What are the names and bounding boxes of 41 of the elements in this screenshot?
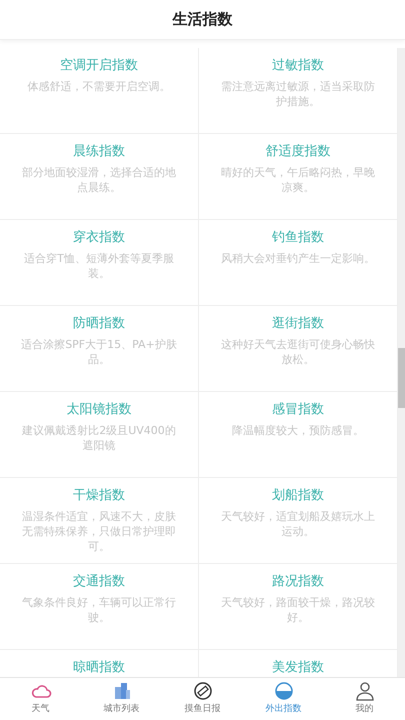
index-title: 太阳镜指数 bbox=[66, 401, 132, 419]
index-title: 划船指数 bbox=[271, 487, 325, 505]
index-description: 建议佩戴透射比2级且UV400的遮阳镜 bbox=[21, 422, 177, 452]
index-description: 天气较好，适宜划船及嬉玩水上运动。 bbox=[220, 508, 376, 538]
index-title: 穿衣指数 bbox=[72, 229, 126, 247]
tab-item[interactable]: 摸鱼日报 bbox=[162, 678, 243, 720]
tab-item[interactable]: 城市列表 bbox=[81, 678, 162, 720]
tab-item[interactable]: 外出指数 bbox=[243, 678, 324, 720]
index-title: 交通指数 bbox=[72, 573, 126, 591]
globe-icon bbox=[272, 681, 294, 702]
index-description: 气象条件良好，车辆可以正常行驶。 bbox=[21, 594, 177, 624]
index-title: 晾晒指数 bbox=[72, 659, 126, 677]
index-title: 舒适度指数 bbox=[264, 143, 332, 161]
index-title: 逛街指数 bbox=[271, 315, 325, 333]
index-description: 天气较好，路面较干燥，路况较好。 bbox=[220, 594, 376, 624]
tab-item[interactable]: 我的 bbox=[324, 678, 405, 720]
page-title: 生活指数 bbox=[172, 9, 232, 30]
index-description: 适合涂擦SPF大于15、PA+护肤品。 bbox=[20, 336, 178, 366]
index-description: 体感舒适，不需要开启空调。 bbox=[26, 78, 172, 94]
index-description: 这种好天气去逛街可使身心畅快放松。 bbox=[220, 336, 376, 366]
index-title: 空调开启指数 bbox=[59, 57, 139, 75]
index-description: 部分地面较湿滑，选择合适的地点晨练。 bbox=[21, 164, 177, 194]
ruler-circle-icon bbox=[192, 681, 214, 702]
user-icon bbox=[354, 681, 376, 702]
index-description: 风稍大会对垂钓产生一定影响。 bbox=[220, 250, 376, 266]
index-title: 防晒指数 bbox=[72, 315, 126, 333]
index-title: 晨练指数 bbox=[72, 143, 126, 161]
index-description: 晴好的天气，午后略闷热，早晚凉爽。 bbox=[220, 164, 376, 194]
index-title: 路况指数 bbox=[271, 573, 325, 591]
index-description: 降温幅度较大，预防感冒。 bbox=[231, 422, 365, 438]
index-description: 温湿条件适宜，风速不大，皮肤无需特殊保养，只做日常护理即可。 bbox=[21, 508, 177, 554]
index-title: 美发指数 bbox=[271, 659, 325, 677]
index-title: 过敏指数 bbox=[271, 57, 325, 75]
index-description: 适合穿T恤、短薄外套等夏季服装。 bbox=[23, 250, 175, 280]
index-title: 感冒指数 bbox=[271, 401, 325, 419]
scrollbar-thumb[interactable] bbox=[398, 348, 405, 408]
index-title: 钓鱼指数 bbox=[271, 229, 325, 247]
index-title: 干燥指数 bbox=[72, 487, 126, 505]
tab-item[interactable]: 天气 bbox=[0, 678, 81, 720]
scrollbar-track[interactable] bbox=[398, 48, 405, 677]
index-description: 需注意远离过敏源，适当采取防护措施。 bbox=[220, 78, 376, 108]
